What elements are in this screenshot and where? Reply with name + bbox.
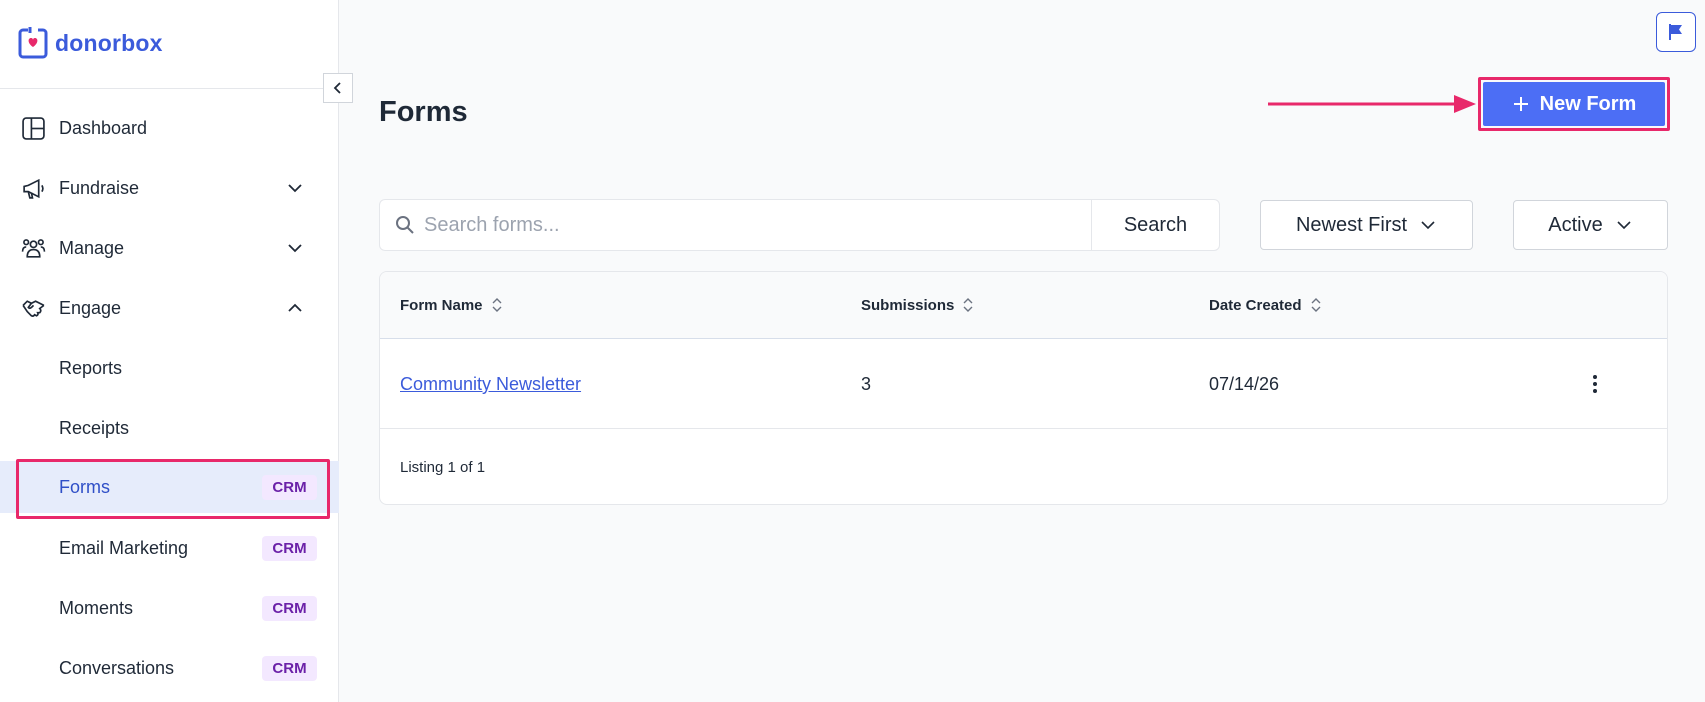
sidebar-item-fundraise[interactable]: Fundraise [0,162,339,214]
column-header-submissions[interactable]: Submissions [861,296,974,314]
page-title: Forms [379,96,468,128]
crm-badge: CRM [262,655,317,681]
handshake-icon [22,299,45,317]
crm-badge: CRM [262,535,317,561]
column-label: Form Name [400,296,483,314]
sort-icon [1311,298,1321,312]
sidebar-divider [0,88,339,89]
donorbox-logo-icon [18,27,48,59]
sidebar-item-label: Moments [59,597,134,618]
dashboard-icon [22,116,45,140]
chevron-left-icon [333,82,341,94]
sidebar-item-receipts[interactable]: Receipts [0,402,339,454]
sidebar-item-label: Email Marketing [59,537,189,558]
sort-icon [963,298,973,312]
table-header: Form Name Submissions Date Created [380,272,1667,339]
search-input[interactable] [424,201,1064,249]
megaphone-icon [23,178,44,199]
status-selected-label: Active [1548,213,1603,236]
chevron-down-icon [1617,221,1631,230]
pointer-arrow-annotation [1268,95,1476,113]
sidebar-item-engage[interactable]: Engage [0,282,339,334]
flag-icon [1669,24,1682,40]
new-form-button[interactable]: New Form [1483,82,1665,126]
chevron-up-icon[interactable] [285,298,305,318]
forms-table: Form Name Submissions Date Created Commu… [379,271,1668,505]
sidebar-item-label: Manage [59,237,125,258]
column-label: Submissions [861,296,955,314]
new-form-label: New Form [1539,92,1637,115]
table-row: Community Newsletter 3 07/14/26 [380,339,1667,429]
search-icon [396,216,414,234]
chevron-down-icon[interactable] [285,178,305,198]
status-dropdown[interactable]: Active [1513,200,1668,250]
column-header-form-name[interactable]: Form Name [400,296,503,314]
donorbox-logo[interactable]: donorbox [18,27,163,59]
highlight-annotation-forms [16,459,330,519]
sort-dropdown[interactable]: Newest First [1260,200,1473,250]
crm-badge: CRM [262,595,317,621]
sidebar-item-label: Dashboard [59,117,148,138]
sort-selected-label: Newest First [1295,213,1408,236]
chevron-down-icon [1421,221,1435,230]
chevron-down-icon[interactable] [285,238,305,258]
sidebar-item-conversations[interactable]: Conversations CRM [0,642,339,694]
sidebar-item-dashboard[interactable]: Dashboard [0,102,339,154]
sidebar-item-moments[interactable]: Moments CRM [0,582,339,634]
people-icon [21,238,46,258]
sidebar-item-label: Conversations [59,657,175,678]
sidebar-item-label: Reports [59,357,123,378]
sidebar: donorbox Dashboard Fundraise Manage Enga… [0,0,339,702]
sidebar-item-label: Fundraise [59,177,140,198]
listing-count: Listing 1 of 1 [400,459,486,476]
sidebar-item-label: Engage [59,297,122,318]
search-button[interactable]: Search [1091,200,1219,250]
column-header-date-created[interactable]: Date Created [1209,296,1322,314]
brand-name: donorbox [55,29,163,56]
sidebar-item-manage[interactable]: Manage [0,222,339,274]
sort-icon [492,298,502,312]
plus-icon [1513,97,1528,111]
form-name-link[interactable]: Community Newsletter [400,374,581,395]
more-options-icon[interactable] [1590,372,1600,396]
column-label: Date Created [1209,296,1302,314]
feedback-flag-button[interactable] [1656,12,1696,52]
submissions-count: 3 [861,374,872,394]
sidebar-item-reports[interactable]: Reports [0,342,339,394]
sidebar-item-label: Receipts [59,417,130,438]
search-bar: Search [379,199,1220,251]
sidebar-item-email-marketing[interactable]: Email Marketing CRM [0,522,339,574]
date-created: 07/14/26 [1209,374,1280,394]
sidebar-collapse-button[interactable] [323,73,353,103]
